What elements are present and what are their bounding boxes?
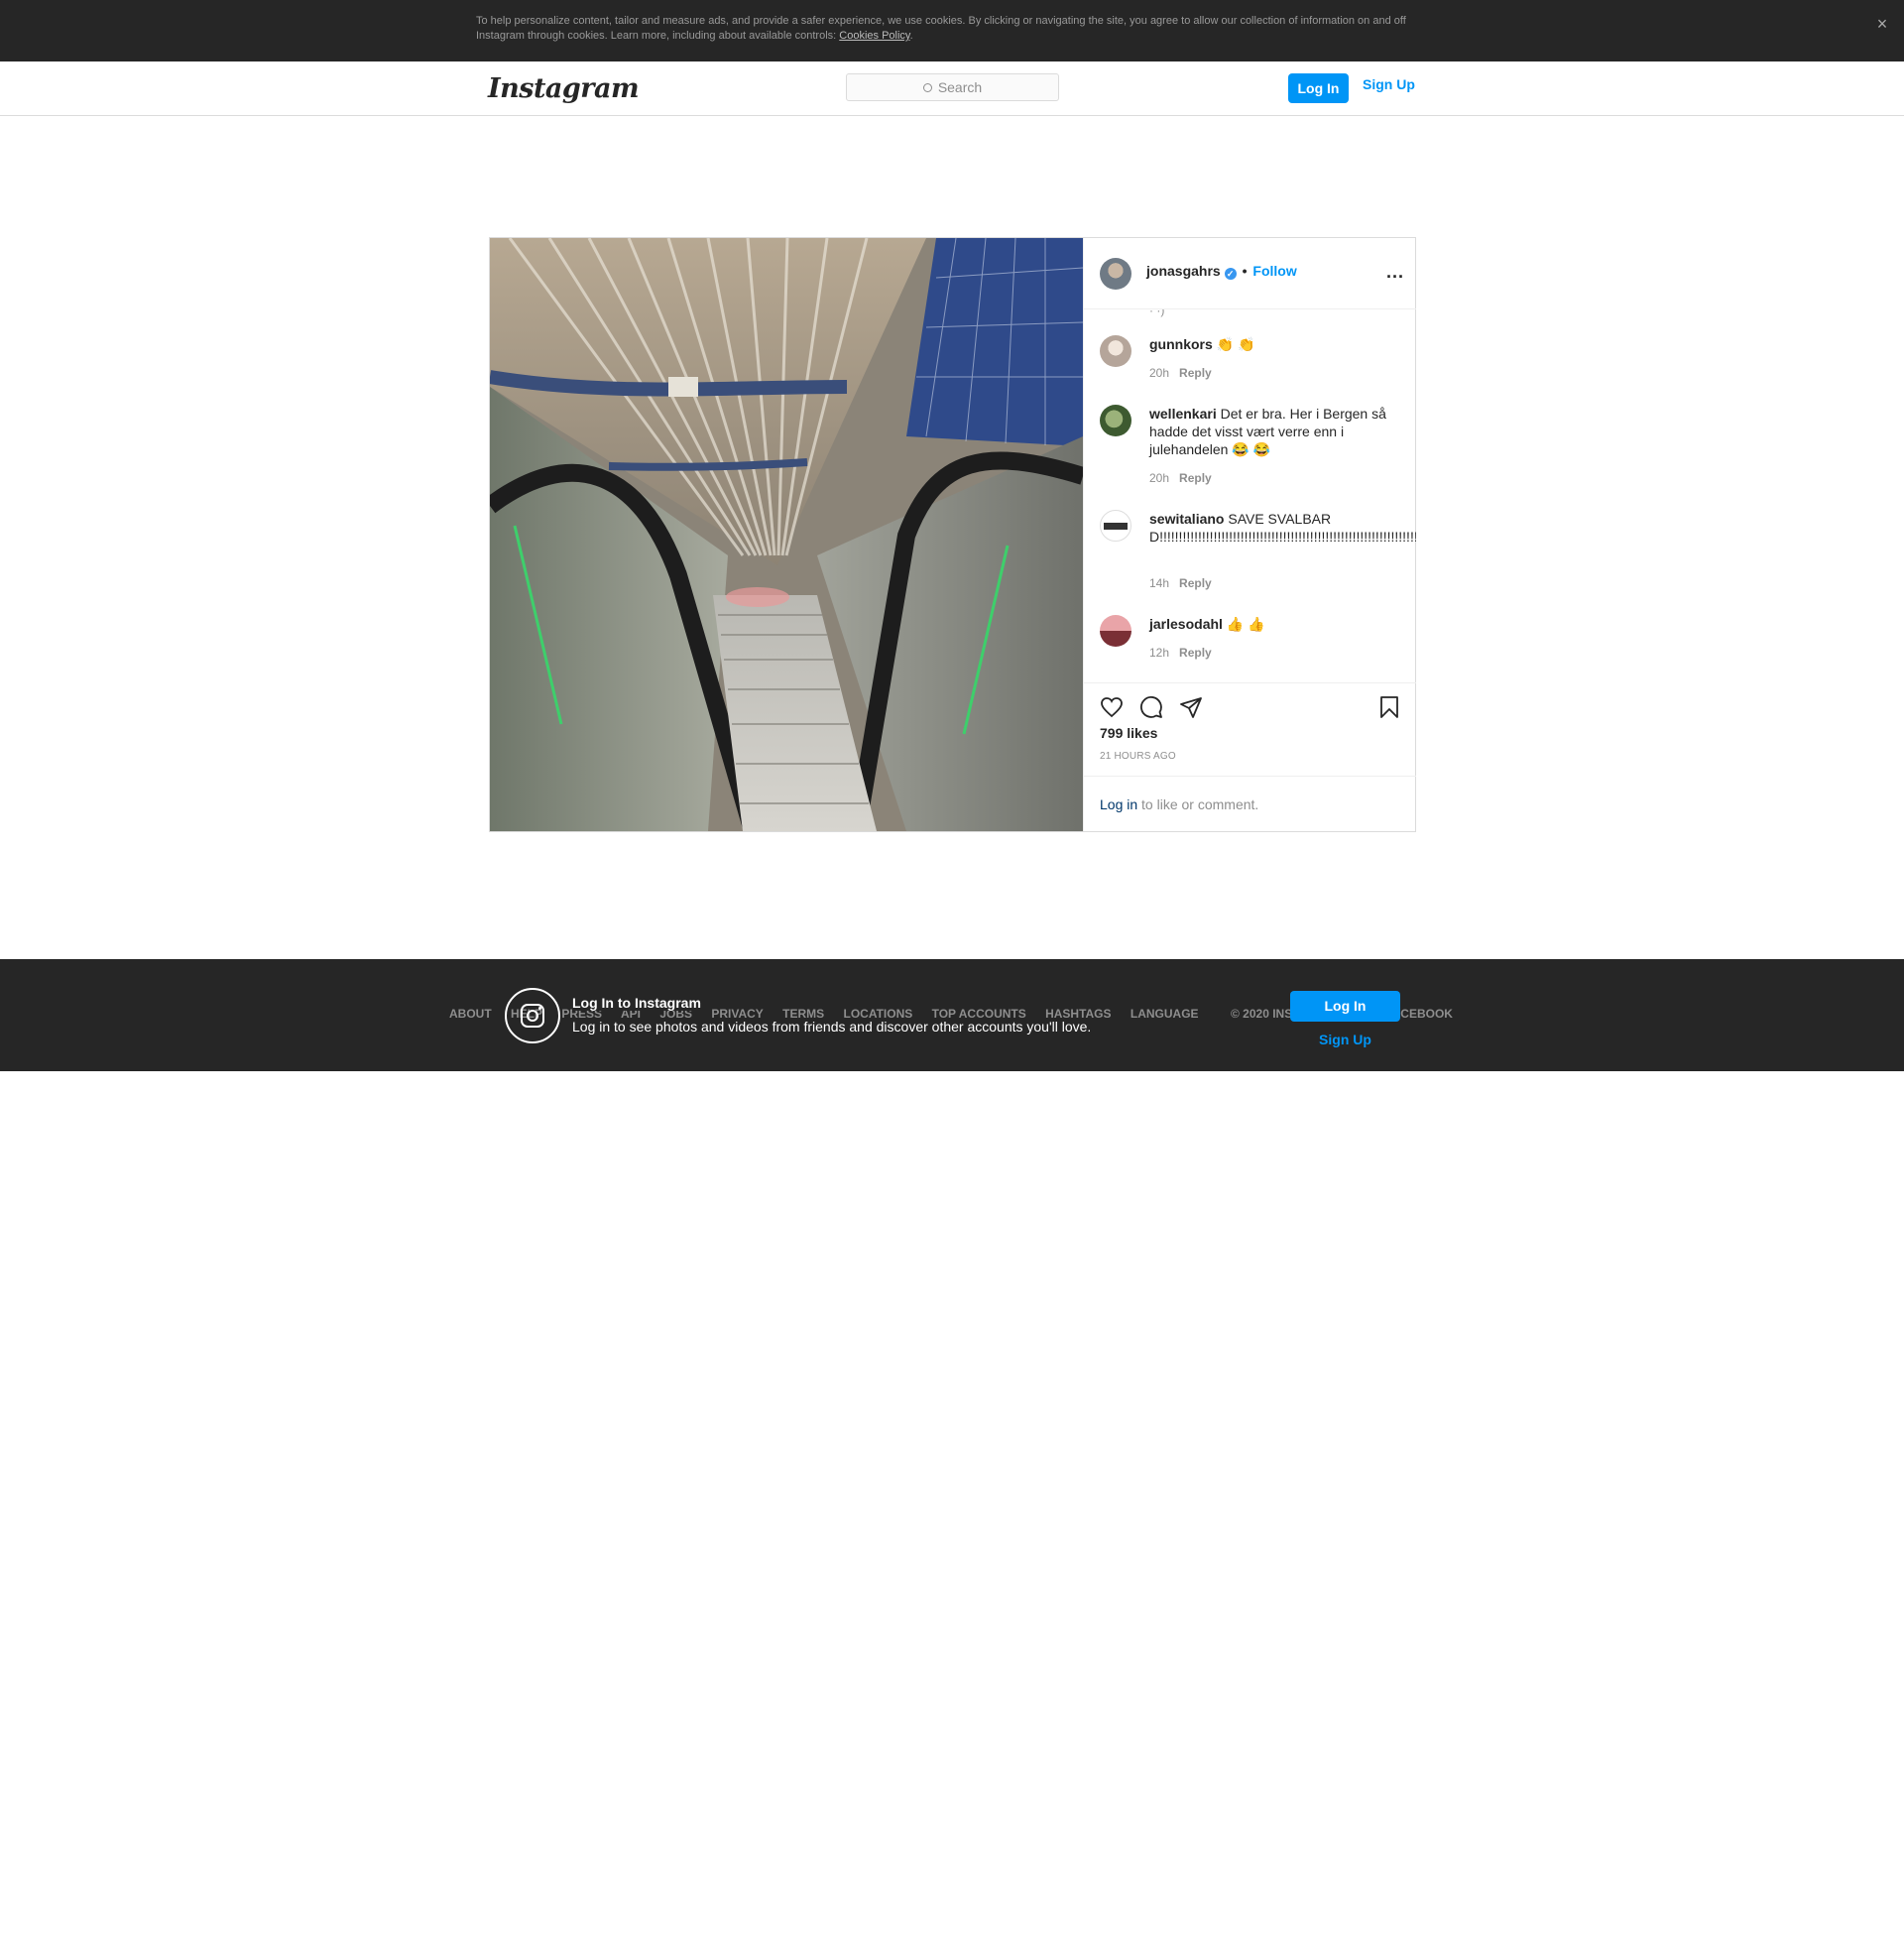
escalator-photo [490, 238, 1083, 831]
verified-badge-icon: ✓ [1224, 268, 1237, 280]
top-nav: Instagram Search Log In Sign Up [0, 61, 1904, 116]
comment-time: 20h [1149, 366, 1170, 380]
commenter-avatar[interactable] [1100, 335, 1131, 367]
cookie-close-icon[interactable]: × [1872, 14, 1892, 34]
cookie-message: To help personalize content, tailor and … [476, 15, 1406, 42]
cookie-period: . [909, 30, 913, 42]
cookie-banner: To help personalize content, tailor and … [0, 0, 1904, 61]
reply-button[interactable]: Reply [1179, 576, 1212, 590]
comment-username[interactable]: gunnkors [1149, 336, 1213, 352]
follow-button[interactable]: Follow [1252, 263, 1296, 279]
commenter-avatar[interactable] [1100, 615, 1131, 647]
comment-icon[interactable] [1139, 695, 1163, 719]
instagram-logo[interactable]: Instagram [488, 73, 640, 104]
signup-link[interactable]: Sign Up [1363, 76, 1415, 92]
search-placeholder: Search [937, 79, 983, 95]
comment-text: sewitaliano SAVE SVALBARD!!!!!!!!!!!!!!!… [1149, 510, 1416, 546]
login-link[interactable]: Log in [1100, 796, 1137, 812]
login-button[interactable]: Log In [1288, 73, 1349, 103]
footer-login-bar: ABOUT HELP PRESS API JOBS PRIVACY TERMS … [0, 959, 1904, 1950]
login-to-comment: Log in to like or comment. [1084, 776, 1416, 831]
close-prompt-icon[interactable]: × [1870, 1933, 1879, 1951]
search-icon [922, 83, 932, 92]
login-prompt-rest: to like or comment. [1137, 796, 1259, 812]
post-header: jonasgahrs ✓ • Follow ... [1084, 238, 1416, 309]
camera-lens [527, 1010, 538, 1022]
avatar-logo-mark [1104, 523, 1128, 530]
comment-username[interactable]: sewitaliano [1149, 511, 1224, 527]
author-avatar[interactable] [1100, 258, 1131, 290]
prompt-subtitle: Log in to see photos and videos from fri… [572, 1019, 1096, 1035]
cookie-text: To help personalize content, tailor and … [476, 14, 1418, 44]
commenter-avatar[interactable] [1100, 405, 1131, 436]
footer-link-language[interactable]: LANGUAGE [1130, 1007, 1199, 1021]
comment-content: 👏 👏 [1212, 336, 1255, 352]
reply-button[interactable]: Reply [1179, 471, 1212, 485]
camera-dot [538, 1007, 541, 1010]
post-side-panel: jonasgahrs ✓ • Follow ... · ·) gunnkors 👏… [1083, 238, 1416, 831]
instagram-glyph-icon [505, 988, 560, 1043]
more-options-icon[interactable]: ... [1386, 262, 1404, 283]
comment-meta: 20h Reply [1149, 471, 1212, 485]
footer-signup-link[interactable]: Sign Up [1290, 1032, 1400, 1047]
comment-time: 12h [1149, 646, 1170, 660]
post-actions: 799 likes 21 HOURS AGO [1084, 682, 1416, 776]
share-icon[interactable] [1179, 695, 1203, 719]
search-input[interactable]: Search [846, 73, 1059, 101]
comments-list[interactable]: · ·) gunnkors 👏 👏 20h Reply wellenkari De… [1084, 309, 1416, 682]
comment-content: 👍 👍 [1222, 616, 1265, 632]
comment-text: gunnkors 👏 👏 [1149, 335, 1402, 353]
comment-time: 20h [1149, 471, 1170, 485]
comment-meta: 12h Reply [1149, 646, 1212, 660]
post-photo[interactable] [490, 238, 1083, 831]
footer-link-about[interactable]: ABOUT [449, 1007, 492, 1021]
faded-previous-comment: · ·) [1149, 309, 1165, 317]
reply-button[interactable]: Reply [1179, 366, 1212, 380]
separator-dot: • [1242, 263, 1248, 279]
comment-username[interactable]: jarlesodahl [1149, 616, 1223, 632]
comment-meta: 20h Reply [1149, 366, 1212, 380]
bookmark-icon[interactable] [1377, 695, 1401, 719]
commenter-avatar[interactable] [1100, 510, 1131, 542]
cookies-policy-link[interactable]: Cookies Policy [839, 30, 909, 42]
likes-count[interactable]: 799 likes [1100, 725, 1157, 741]
post-timestamp: 21 HOURS AGO [1100, 751, 1176, 762]
author-username[interactable]: jonasgahrs [1146, 263, 1221, 279]
login-prompt: Log in to like or comment. [1100, 796, 1258, 812]
prompt-title: Log In to Instagram [572, 995, 705, 1011]
comment-meta: 14h Reply [1149, 576, 1212, 590]
comment-text: wellenkari Det er bra. Her i Bergen så h… [1149, 405, 1402, 458]
reply-button[interactable]: Reply [1179, 646, 1212, 660]
footer-login-button[interactable]: Log In [1290, 991, 1400, 1022]
post-card: jonasgahrs ✓ • Follow ... · ·) gunnkors 👏… [489, 237, 1416, 832]
heart-icon[interactable] [1100, 695, 1124, 719]
comment-time: 14h [1149, 576, 1170, 590]
comment-text: jarlesodahl 👍 👍 [1149, 615, 1402, 633]
author-line: jonasgahrs ✓ • Follow [1146, 263, 1297, 280]
comment-username[interactable]: wellenkari [1149, 406, 1217, 422]
